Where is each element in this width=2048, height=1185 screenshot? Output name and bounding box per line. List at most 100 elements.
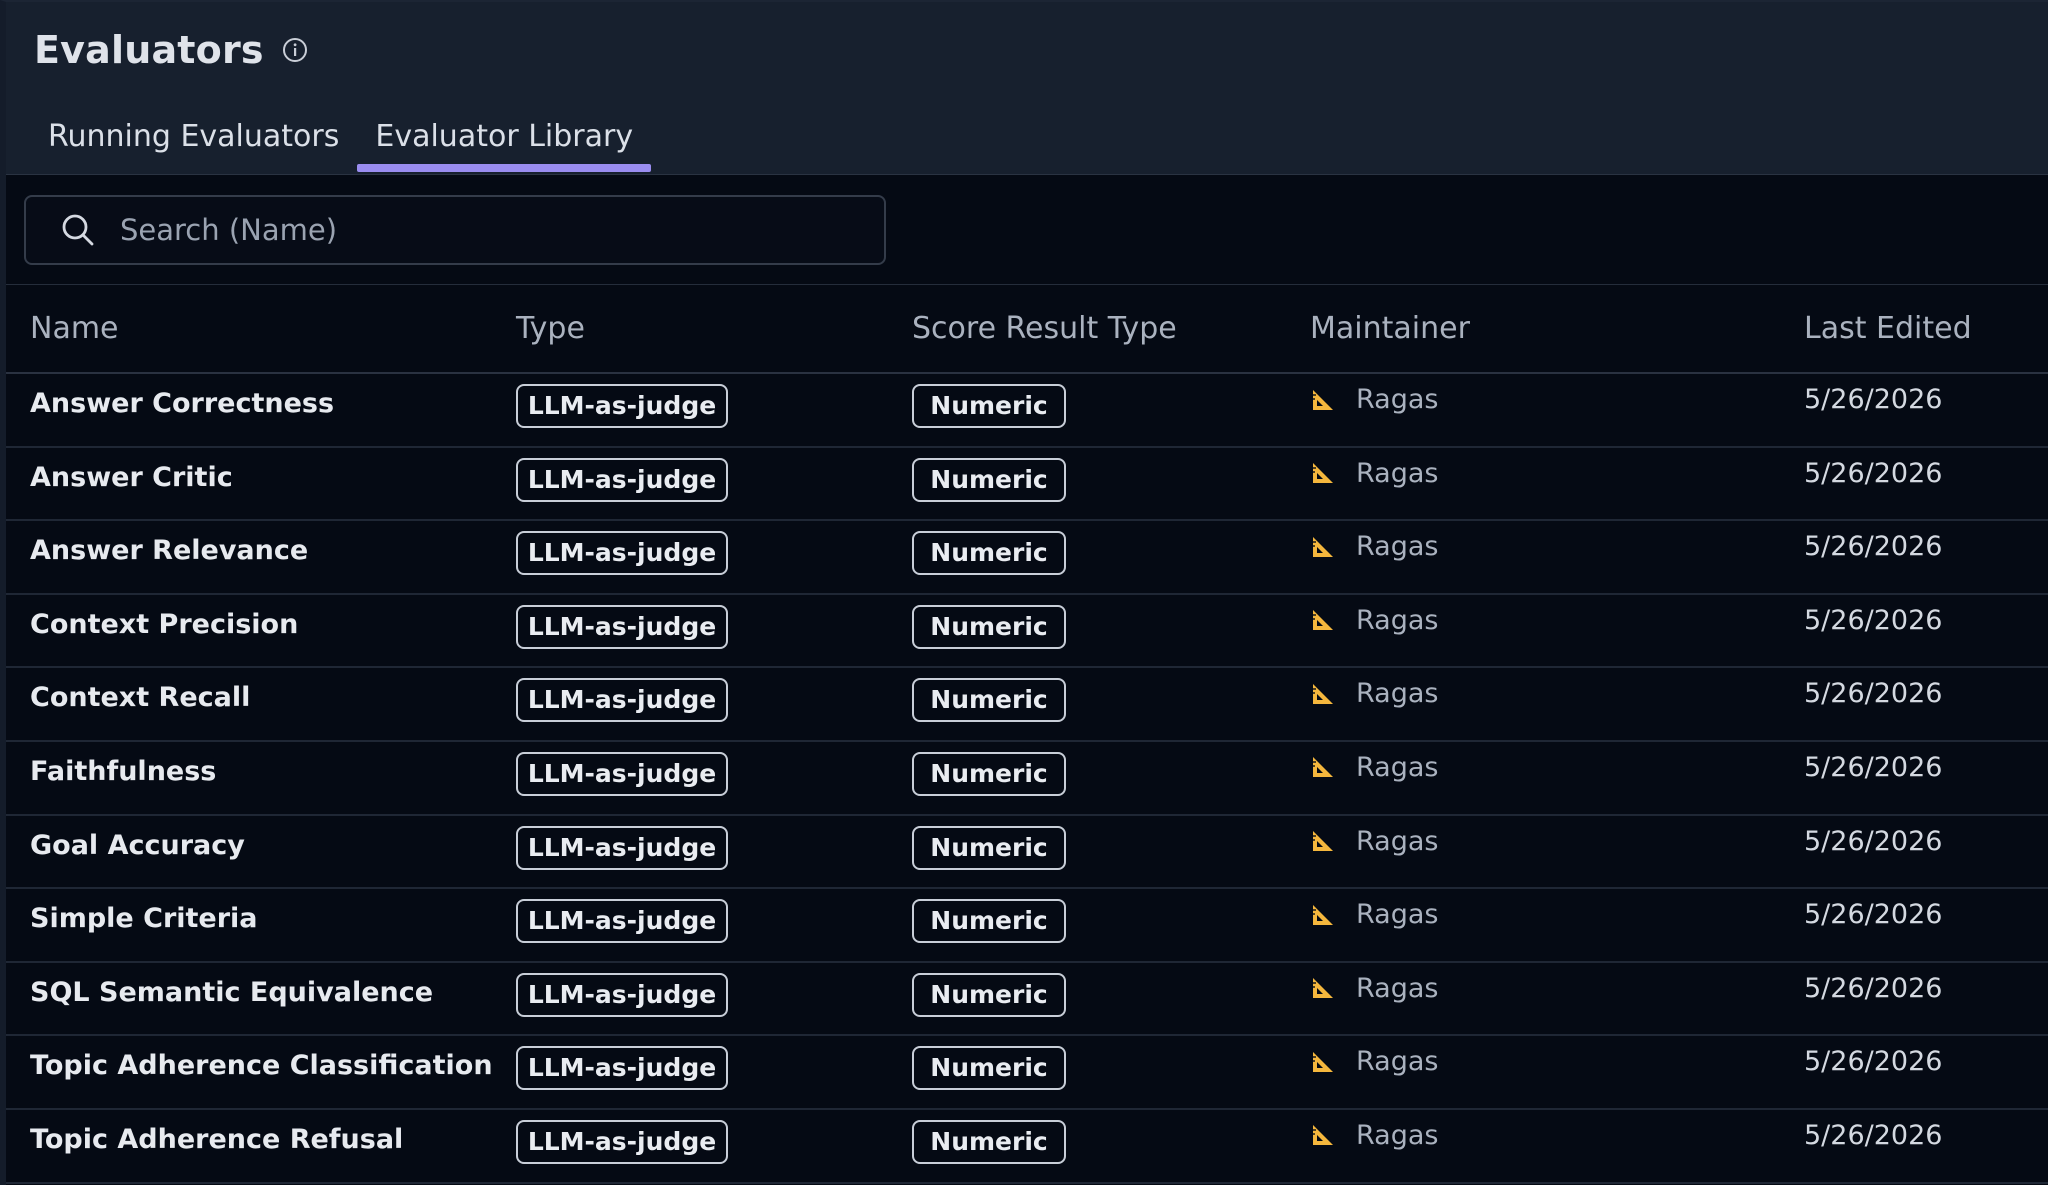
column-header-type[interactable]: Type [516, 311, 585, 346]
ruler-triangle-icon [1313, 389, 1333, 410]
maintainer-label: Ragas [1356, 751, 1439, 783]
table-row[interactable]: Context Recall LLM-as-judge Numeric Ragas 5/… [6, 668, 2048, 742]
table-row[interactable]: Topic Adherence Refusal LLM-as-judge Numer… [6, 1110, 2048, 1184]
maintainer-label: Ragas [1356, 899, 1439, 931]
evaluator-name[interactable]: Faithfulness [30, 756, 216, 787]
last-edited-date: 5/26/2026 [1804, 531, 1943, 563]
evaluator-name[interactable]: Context Precision [30, 609, 298, 640]
ruler-triangle-icon [1313, 1125, 1333, 1146]
maintainer-label: Ragas [1356, 384, 1439, 415]
last-edited-date: 5/26/2026 [1804, 678, 1943, 710]
type-chip: LLM-as-judge [516, 899, 728, 944]
search-icon [62, 214, 94, 246]
search-box[interactable] [24, 195, 886, 265]
maintainer-cell: Ragas [1310, 899, 1438, 930]
ruler-triangle-icon [1313, 610, 1333, 631]
type-chip: LLM-as-judge [516, 531, 728, 576]
page-title: Evaluators [34, 28, 264, 72]
score-result-chip: Numeric [912, 384, 1066, 428]
ruler-triangle-icon [1313, 831, 1333, 852]
evaluator-name[interactable]: Answer Relevance [30, 535, 308, 566]
type-chip: LLM-as-judge [516, 751, 728, 796]
maintainer-label: Ragas [1356, 457, 1439, 489]
column-header-last-edited[interactable]: Last Edited [1804, 311, 1972, 346]
type-chip: LLM-as-judge [516, 384, 728, 428]
maintainer-cell: Ragas [1310, 458, 1438, 489]
score-result-chip: Numeric [912, 1119, 1066, 1164]
table-body: Answer Correctness LLM-as-judge Numeric Rag… [6, 374, 2048, 1184]
last-edited-date: 5/26/2026 [1804, 1119, 1943, 1151]
evaluator-name[interactable]: Topic Adherence Refusal [30, 1124, 403, 1155]
evaluator-name[interactable]: Simple Criteria [30, 903, 258, 934]
score-result-chip: Numeric [912, 825, 1066, 870]
last-edited-date: 5/26/2026 [1804, 384, 1943, 415]
column-header-name[interactable]: Name [30, 311, 119, 346]
last-edited-date: 5/26/2026 [1804, 899, 1943, 931]
last-edited-date: 5/26/2026 [1804, 751, 1943, 783]
table-row[interactable]: Context Precision LLM-as-judge Numeric Raga… [6, 595, 2048, 669]
evaluator-name[interactable]: Goal Accuracy [30, 830, 245, 861]
type-chip: LLM-as-judge [516, 1046, 728, 1091]
maintainer-label: Ragas [1356, 1119, 1439, 1151]
ruler-triangle-icon [1313, 683, 1333, 704]
type-chip: LLM-as-judge [516, 825, 728, 870]
type-chip: LLM-as-judge [516, 1119, 728, 1164]
type-chip: LLM-as-judge [516, 678, 728, 723]
maintainer-cell: Ragas [1310, 605, 1438, 636]
tab-running-evaluators[interactable]: Running Evaluators [30, 110, 357, 171]
column-header-score-result-type[interactable]: Score Result Type [912, 311, 1177, 346]
evaluator-name[interactable]: Answer Critic [30, 462, 233, 493]
page-header: Evaluators Running Evaluators Evaluator … [6, 2, 2048, 175]
maintainer-cell: Ragas [1310, 973, 1438, 1004]
score-result-chip: Numeric [912, 899, 1066, 944]
tab-evaluator-library[interactable]: Evaluator Library [357, 110, 651, 172]
maintainer-label: Ragas [1356, 604, 1439, 636]
last-edited-date: 5/26/2026 [1804, 457, 1943, 489]
ruler-triangle-icon [1313, 904, 1333, 925]
title-row: Evaluators [34, 28, 308, 72]
evaluator-name[interactable]: SQL Semantic Equivalence [30, 977, 433, 1008]
maintainer-label: Ragas [1356, 1046, 1439, 1078]
maintainer-cell: Ragas [1310, 531, 1438, 562]
ruler-triangle-icon [1313, 757, 1333, 778]
type-chip: LLM-as-judge [516, 457, 728, 502]
last-edited-date: 5/26/2026 [1804, 825, 1943, 857]
ruler-triangle-icon [1313, 1051, 1333, 1072]
table-row[interactable]: Answer Relevance LLM-as-judge Numeric Ragas… [6, 521, 2048, 595]
evaluator-name[interactable]: Answer Correctness [30, 388, 334, 419]
table-row[interactable]: Answer Critic LLM-as-judge Numeric Ragas 5/2… [6, 448, 2048, 522]
maintainer-label: Ragas [1356, 678, 1439, 710]
table-row[interactable]: Simple Criteria LLM-as-judge Numeric Ragas 5… [6, 889, 2048, 963]
maintainer-label: Ragas [1356, 825, 1439, 857]
table-row[interactable]: Topic Adherence Classification LLM-as-jud… [6, 1036, 2048, 1110]
info-icon[interactable] [282, 37, 308, 63]
last-edited-date: 5/26/2026 [1804, 1046, 1943, 1078]
maintainer-cell: Ragas [1310, 1046, 1438, 1077]
maintainer-cell: Ragas [1310, 384, 1438, 415]
last-edited-date: 5/26/2026 [1804, 604, 1943, 636]
table-row[interactable]: SQL Semantic Equivalence LLM-as-judge Nume… [6, 963, 2048, 1037]
search-input[interactable] [118, 196, 884, 264]
column-header-maintainer[interactable]: Maintainer [1310, 311, 1470, 346]
score-result-chip: Numeric [912, 751, 1066, 796]
last-edited-date: 5/26/2026 [1804, 972, 1943, 1004]
score-result-chip: Numeric [912, 972, 1066, 1017]
table-header: Name Type Score Result Type Maintainer L… [6, 285, 2048, 374]
score-result-chip: Numeric [912, 457, 1066, 502]
maintainer-cell: Ragas [1310, 826, 1438, 857]
tab-bar: Running Evaluators Evaluator Library [30, 110, 651, 175]
evaluator-name[interactable]: Context Recall [30, 682, 250, 713]
score-result-chip: Numeric [912, 1046, 1066, 1091]
evaluators-app: Evaluators Running Evaluators Evaluator … [0, 0, 2048, 1185]
evaluator-name[interactable]: Topic Adherence Classification [30, 1050, 493, 1081]
ruler-triangle-icon [1313, 536, 1333, 557]
ruler-triangle-icon [1313, 463, 1333, 484]
table-row[interactable]: Goal Accuracy LLM-as-judge Numeric Ragas 5/2… [6, 816, 2048, 890]
type-chip: LLM-as-judge [516, 972, 728, 1017]
ruler-triangle-icon [1313, 978, 1333, 999]
maintainer-cell: Ragas [1310, 1120, 1438, 1151]
table-row[interactable]: Answer Correctness LLM-as-judge Numeric Rag… [6, 374, 2048, 448]
evaluator-table: Name Type Score Result Type Maintainer L… [6, 285, 2048, 1184]
score-result-chip: Numeric [912, 531, 1066, 576]
table-row[interactable]: Faithfulness LLM-as-judge Numeric Ragas 5/26… [6, 742, 2048, 816]
